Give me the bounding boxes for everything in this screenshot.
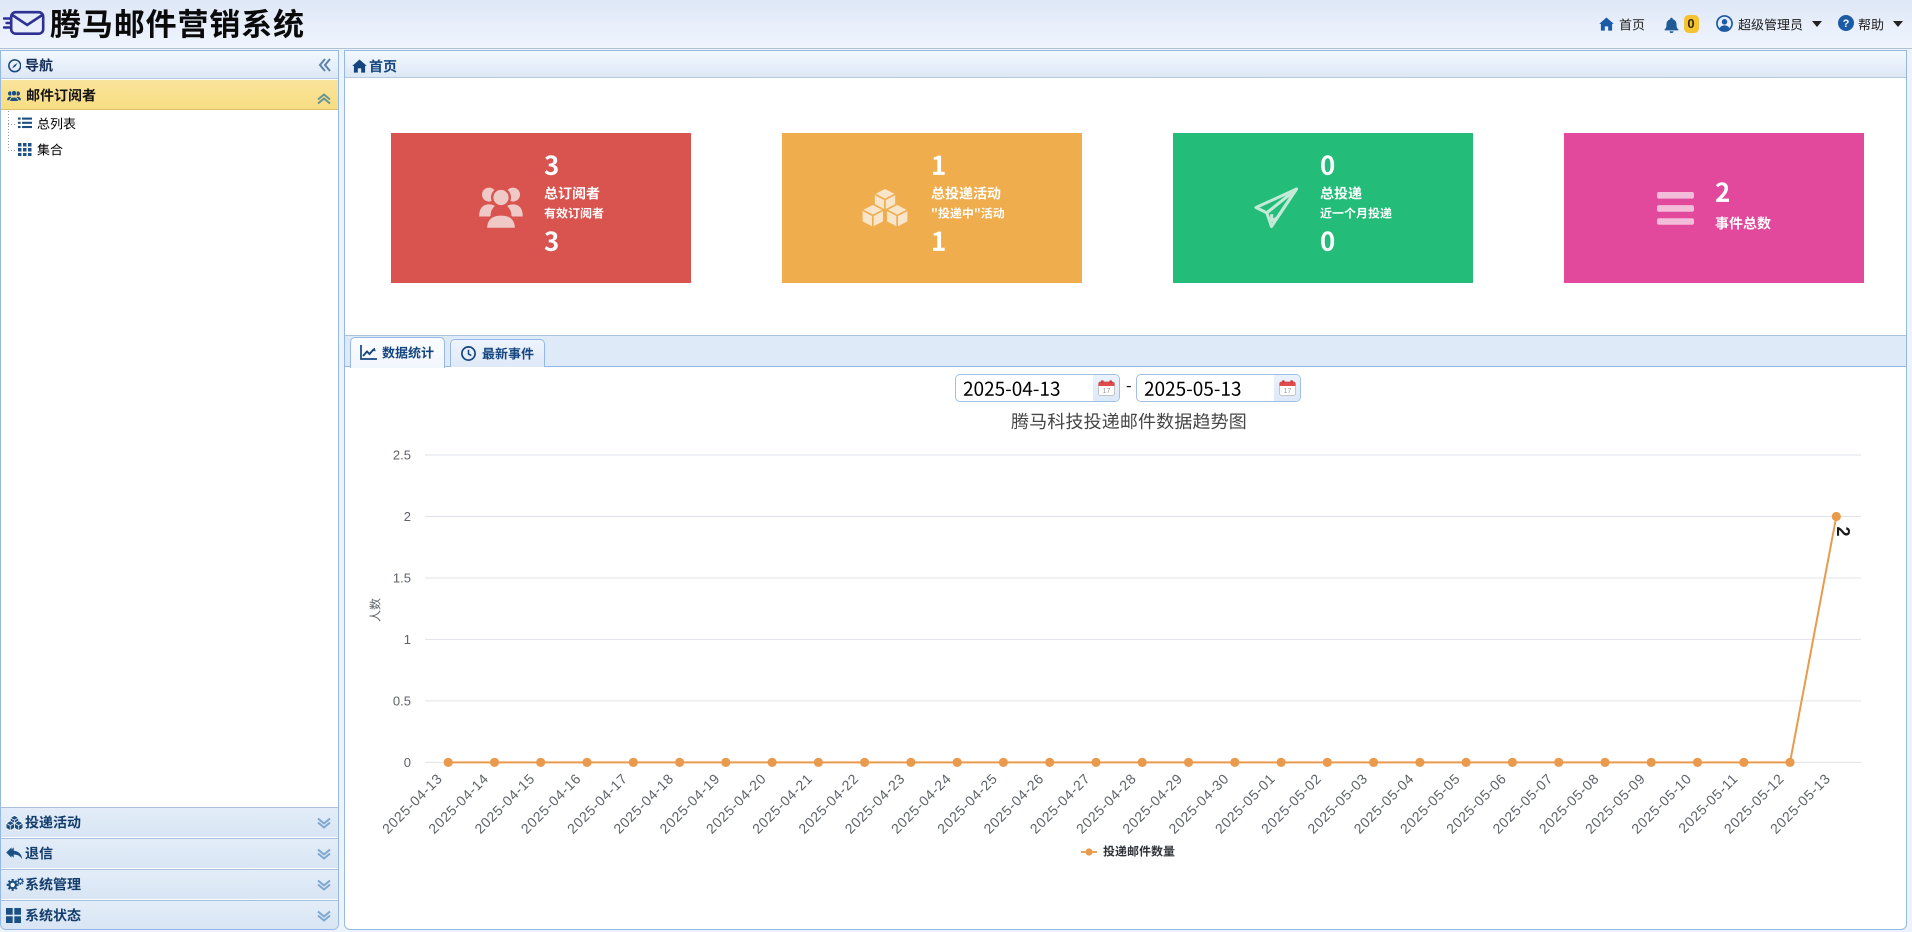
svg-text:1.5: 1.5 <box>393 571 411 586</box>
svg-text:2.5: 2.5 <box>393 448 411 463</box>
svg-text:0: 0 <box>404 755 411 770</box>
svg-text:2: 2 <box>1833 526 1853 536</box>
svg-text:?: ? <box>1843 18 1850 30</box>
svg-text:17: 17 <box>1103 388 1111 395</box>
svg-text:2: 2 <box>404 509 411 524</box>
svg-text:0.5: 0.5 <box>393 693 411 708</box>
svg-text:1: 1 <box>404 632 411 647</box>
svg-text:17: 17 <box>1284 388 1292 395</box>
